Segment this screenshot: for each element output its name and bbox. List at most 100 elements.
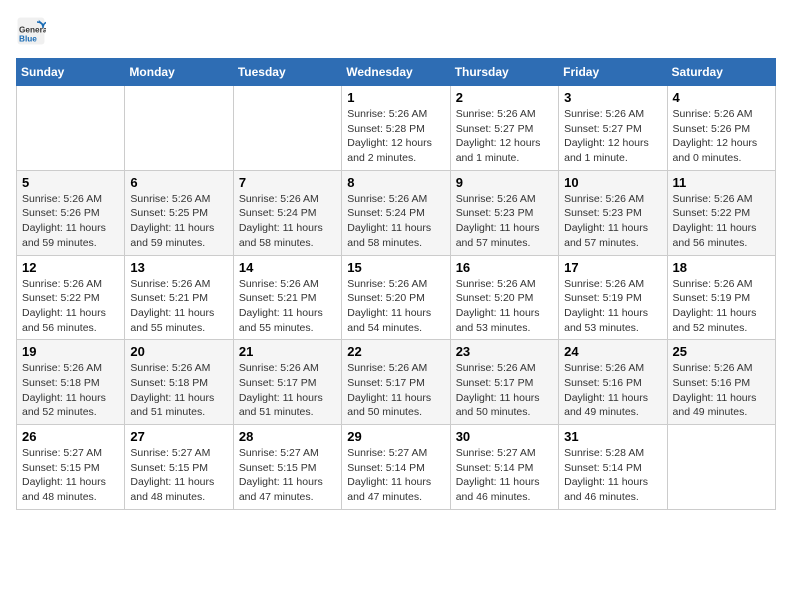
day-cell: 31 Sunrise: 5:28 AMSunset: 5:14 PMDayligh… — [559, 425, 667, 510]
day-number: 17 — [564, 260, 661, 275]
day-info: Sunrise: 5:26 AMSunset: 5:21 PMDaylight:… — [130, 277, 227, 336]
calendar-table: SundayMondayTuesdayWednesdayThursdayFrid… — [16, 58, 776, 510]
day-info: Sunrise: 5:26 AMSunset: 5:22 PMDaylight:… — [673, 192, 770, 251]
day-info: Sunrise: 5:26 AMSunset: 5:24 PMDaylight:… — [239, 192, 336, 251]
logo: General Blue — [16, 16, 50, 46]
day-info: Sunrise: 5:26 AMSunset: 5:16 PMDaylight:… — [564, 361, 661, 420]
day-cell: 23 Sunrise: 5:26 AMSunset: 5:17 PMDayligh… — [450, 340, 558, 425]
day-number: 24 — [564, 344, 661, 359]
day-cell: 6 Sunrise: 5:26 AMSunset: 5:25 PMDaylight… — [125, 170, 233, 255]
day-info: Sunrise: 5:26 AMSunset: 5:26 PMDaylight:… — [673, 107, 770, 166]
day-cell: 8Sunrise: 5:26 AMSunset: 5:24 PMDaylight… — [342, 170, 450, 255]
day-cell: 18Sunrise: 5:26 AMSunset: 5:19 PMDayligh… — [667, 255, 775, 340]
day-cell: 14Sunrise: 5:26 AMSunset: 5:21 PMDayligh… — [233, 255, 341, 340]
day-info: Sunrise: 5:26 AMSunset: 5:27 PMDaylight:… — [564, 107, 661, 166]
day-info: Sunrise: 5:26 AMSunset: 5:21 PMDaylight:… — [239, 277, 336, 336]
day-number: 3 — [564, 90, 661, 105]
day-cell: 30 Sunrise: 5:27 AMSunset: 5:14 PMDayligh… — [450, 425, 558, 510]
day-info: Sunrise: 5:27 AMSunset: 5:15 PMDaylight:… — [130, 446, 227, 505]
day-cell: 20 Sunrise: 5:26 AMSunset: 5:18 PMDayligh… — [125, 340, 233, 425]
day-info: Sunrise: 5:26 AMSunset: 5:28 PMDaylight:… — [347, 107, 444, 166]
day-cell: 1 Sunrise: 5:26 AMSunset: 5:28 PMDaylight… — [342, 86, 450, 171]
week-row-2: 5 Sunrise: 5:26 AMSunset: 5:26 PMDaylight… — [17, 170, 776, 255]
day-info: Sunrise: 5:28 AMSunset: 5:14 PMDaylight:… — [564, 446, 661, 505]
day-number: 7 — [239, 175, 336, 190]
calendar-body: 1 Sunrise: 5:26 AMSunset: 5:28 PMDaylight… — [17, 86, 776, 510]
day-number: 29 — [347, 429, 444, 444]
day-info: Sunrise: 5:26 AMSunset: 5:25 PMDaylight:… — [130, 192, 227, 251]
day-number: 31 — [564, 429, 661, 444]
day-cell: 5 Sunrise: 5:26 AMSunset: 5:26 PMDaylight… — [17, 170, 125, 255]
header-sunday: Sunday — [17, 59, 125, 86]
day-number: 12 — [22, 260, 119, 275]
day-cell — [125, 86, 233, 171]
day-number: 30 — [456, 429, 553, 444]
day-cell: 17 Sunrise: 5:26 AMSunset: 5:19 PMDayligh… — [559, 255, 667, 340]
day-info: Sunrise: 5:26 AMSunset: 5:17 PMDaylight:… — [239, 361, 336, 420]
day-cell: 7 Sunrise: 5:26 AMSunset: 5:24 PMDaylight… — [233, 170, 341, 255]
day-cell: 25 Sunrise: 5:26 AMSunset: 5:16 PMDayligh… — [667, 340, 775, 425]
day-info: Sunrise: 5:26 AMSunset: 5:27 PMDaylight:… — [456, 107, 553, 166]
day-number: 15 — [347, 260, 444, 275]
day-info: Sunrise: 5:26 AMSunset: 5:20 PMDaylight:… — [456, 277, 553, 336]
day-number: 20 — [130, 344, 227, 359]
day-info: Sunrise: 5:27 AMSunset: 5:14 PMDaylight:… — [347, 446, 444, 505]
week-row-1: 1 Sunrise: 5:26 AMSunset: 5:28 PMDaylight… — [17, 86, 776, 171]
day-number: 16 — [456, 260, 553, 275]
day-info: Sunrise: 5:26 AMSunset: 5:19 PMDaylight:… — [564, 277, 661, 336]
day-cell: 21Sunrise: 5:26 AMSunset: 5:17 PMDayligh… — [233, 340, 341, 425]
day-number: 22 — [347, 344, 444, 359]
day-number: 19 — [22, 344, 119, 359]
day-cell: 4Sunrise: 5:26 AMSunset: 5:26 PMDaylight… — [667, 86, 775, 171]
day-info: Sunrise: 5:26 AMSunset: 5:26 PMDaylight:… — [22, 192, 119, 251]
logo-icon: General Blue — [16, 16, 46, 46]
day-number: 25 — [673, 344, 770, 359]
day-info: Sunrise: 5:26 AMSunset: 5:20 PMDaylight:… — [347, 277, 444, 336]
header-monday: Monday — [125, 59, 233, 86]
page-header: General Blue — [16, 16, 776, 46]
week-row-3: 12 Sunrise: 5:26 AMSunset: 5:22 PMDayligh… — [17, 255, 776, 340]
day-cell — [17, 86, 125, 171]
day-cell: 2 Sunrise: 5:26 AMSunset: 5:27 PMDaylight… — [450, 86, 558, 171]
day-info: Sunrise: 5:26 AMSunset: 5:18 PMDaylight:… — [22, 361, 119, 420]
day-cell: 28 Sunrise: 5:27 AMSunset: 5:15 PMDayligh… — [233, 425, 341, 510]
day-cell: 15 Sunrise: 5:26 AMSunset: 5:20 PMDayligh… — [342, 255, 450, 340]
day-number: 26 — [22, 429, 119, 444]
day-cell: 9Sunrise: 5:26 AMSunset: 5:23 PMDaylight… — [450, 170, 558, 255]
week-row-5: 26 Sunrise: 5:27 AMSunset: 5:15 PMDayligh… — [17, 425, 776, 510]
week-row-4: 19 Sunrise: 5:26 AMSunset: 5:18 PMDayligh… — [17, 340, 776, 425]
day-info: Sunrise: 5:26 AMSunset: 5:23 PMDaylight:… — [564, 192, 661, 251]
day-number: 6 — [130, 175, 227, 190]
header-saturday: Saturday — [667, 59, 775, 86]
day-cell: 22 Sunrise: 5:26 AMSunset: 5:17 PMDayligh… — [342, 340, 450, 425]
header-tuesday: Tuesday — [233, 59, 341, 86]
day-cell: 13Sunrise: 5:26 AMSunset: 5:21 PMDayligh… — [125, 255, 233, 340]
day-info: Sunrise: 5:26 AMSunset: 5:22 PMDaylight:… — [22, 277, 119, 336]
header-wednesday: Wednesday — [342, 59, 450, 86]
day-info: Sunrise: 5:26 AMSunset: 5:18 PMDaylight:… — [130, 361, 227, 420]
day-number: 5 — [22, 175, 119, 190]
day-number: 28 — [239, 429, 336, 444]
day-cell: 27Sunrise: 5:27 AMSunset: 5:15 PMDayligh… — [125, 425, 233, 510]
svg-text:General: General — [19, 26, 46, 35]
header-friday: Friday — [559, 59, 667, 86]
day-cell: 26Sunrise: 5:27 AMSunset: 5:15 PMDayligh… — [17, 425, 125, 510]
day-cell: 11 Sunrise: 5:26 AMSunset: 5:22 PMDayligh… — [667, 170, 775, 255]
day-number: 18 — [673, 260, 770, 275]
day-number: 23 — [456, 344, 553, 359]
header-thursday: Thursday — [450, 59, 558, 86]
day-cell: 16 Sunrise: 5:26 AMSunset: 5:20 PMDayligh… — [450, 255, 558, 340]
day-number: 2 — [456, 90, 553, 105]
day-cell: 29 Sunrise: 5:27 AMSunset: 5:14 PMDayligh… — [342, 425, 450, 510]
day-info: Sunrise: 5:26 AMSunset: 5:17 PMDaylight:… — [347, 361, 444, 420]
day-cell: 19 Sunrise: 5:26 AMSunset: 5:18 PMDayligh… — [17, 340, 125, 425]
day-cell — [667, 425, 775, 510]
day-cell: 3 Sunrise: 5:26 AMSunset: 5:27 PMDaylight… — [559, 86, 667, 171]
day-number: 11 — [673, 175, 770, 190]
day-info: Sunrise: 5:27 AMSunset: 5:14 PMDaylight:… — [456, 446, 553, 505]
day-info: Sunrise: 5:26 AMSunset: 5:17 PMDaylight:… — [456, 361, 553, 420]
svg-text:Blue: Blue — [19, 35, 37, 44]
day-info: Sunrise: 5:26 AMSunset: 5:16 PMDaylight:… — [673, 361, 770, 420]
day-info: Sunrise: 5:27 AMSunset: 5:15 PMDaylight:… — [239, 446, 336, 505]
day-number: 1 — [347, 90, 444, 105]
